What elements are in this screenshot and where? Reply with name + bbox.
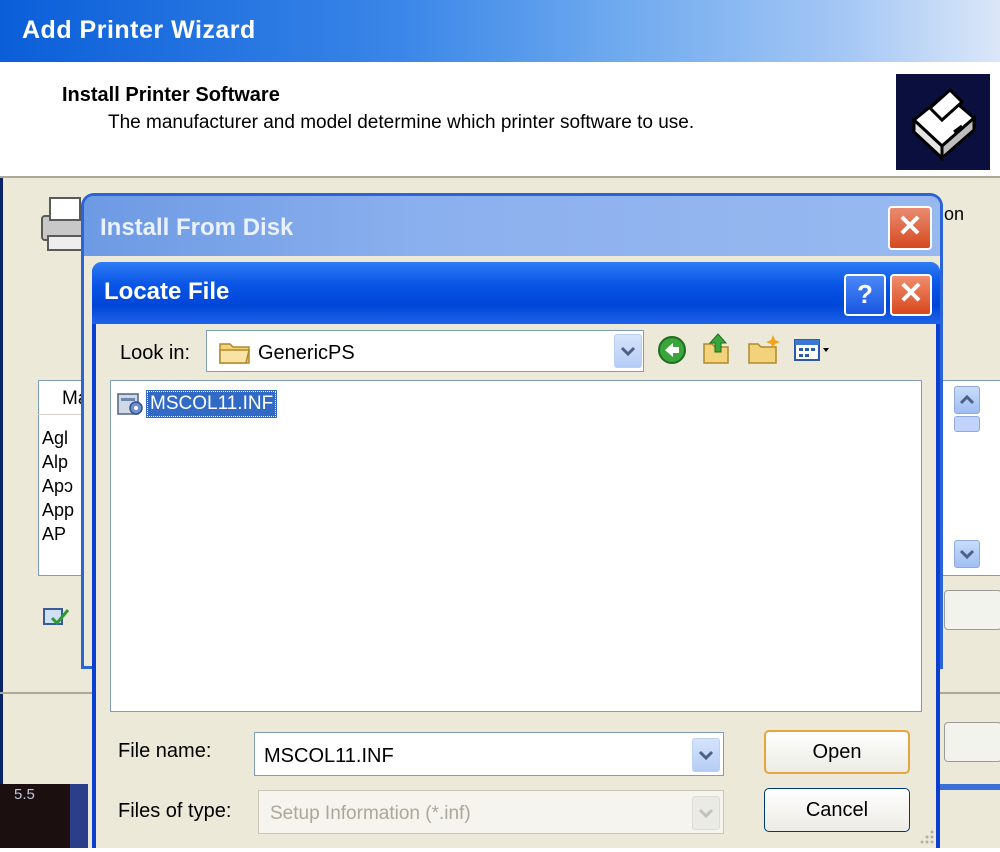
setup-file-icon[interactable] xyxy=(116,390,144,418)
install-from-disk-close-button[interactable]: ✕ xyxy=(888,206,932,250)
chevron-up-icon xyxy=(959,394,975,405)
open-button[interactable]: Open xyxy=(764,730,910,774)
wizard-header-title: Install Printer Software xyxy=(62,84,280,106)
file-name-dropdown-button[interactable] xyxy=(692,738,720,772)
resize-grip-icon[interactable] xyxy=(914,826,936,846)
scrollbar-thumb[interactable] xyxy=(954,416,980,432)
wizard-cancel-button[interactable] xyxy=(944,722,1000,762)
scroll-down-button[interactable] xyxy=(954,540,980,568)
files-of-type-label: Files of type: xyxy=(118,800,232,822)
list-item[interactable]: Alp xyxy=(42,452,68,473)
list-item[interactable]: AP xyxy=(42,524,66,545)
back-icon[interactable] xyxy=(656,334,688,366)
background-corner-text: 5.5 xyxy=(14,786,35,803)
look-in-dropdown-button[interactable] xyxy=(614,334,642,368)
files-of-type-value: Setup Information (*.inf) xyxy=(270,803,471,824)
view-menu-icon[interactable] xyxy=(792,334,832,366)
look-in-value: GenericPS xyxy=(258,342,355,364)
wizard-partial-text: on xyxy=(944,204,965,224)
file-name-label: File name: xyxy=(118,740,212,762)
file-name-value[interactable]: MSCOL11.INF xyxy=(264,745,394,768)
scroll-up-button[interactable] xyxy=(954,386,980,414)
background-blue-strip xyxy=(70,784,88,848)
locate-file-title: Locate File xyxy=(104,278,230,305)
files-of-type-dropdown-button[interactable] xyxy=(692,796,720,830)
list-item[interactable]: Agl xyxy=(42,428,68,449)
chevron-down-icon xyxy=(698,808,714,819)
file-item-mscol11[interactable]: MSCOL11.INF xyxy=(146,390,278,418)
locate-file-close-button[interactable]: ✕ xyxy=(890,274,932,316)
up-one-level-icon[interactable] xyxy=(700,332,732,366)
have-disk-button[interactable] xyxy=(944,590,1000,630)
new-folder-icon[interactable] xyxy=(746,332,782,366)
help-button[interactable]: ? xyxy=(844,274,886,316)
chevron-down-icon xyxy=(620,346,636,357)
background-window-corner xyxy=(0,784,70,848)
cancel-button[interactable]: Cancel xyxy=(764,788,910,832)
wizard-header-description: The manufacturer and model determine whi… xyxy=(108,112,695,133)
install-from-disk-title: Install From Disk xyxy=(100,214,294,241)
wizard-title: Add Printer Wizard xyxy=(22,16,256,44)
look-in-label: Look in: xyxy=(120,342,191,364)
list-item[interactable]: App xyxy=(42,500,74,521)
list-item[interactable]: Apɔ xyxy=(42,476,73,497)
printer-logo-icon xyxy=(896,74,990,170)
chevron-down-icon xyxy=(959,549,975,560)
file-list[interactable] xyxy=(110,380,922,712)
folder-icon xyxy=(218,338,252,366)
chevron-down-icon xyxy=(698,750,714,761)
driver-signed-icon xyxy=(42,606,70,628)
